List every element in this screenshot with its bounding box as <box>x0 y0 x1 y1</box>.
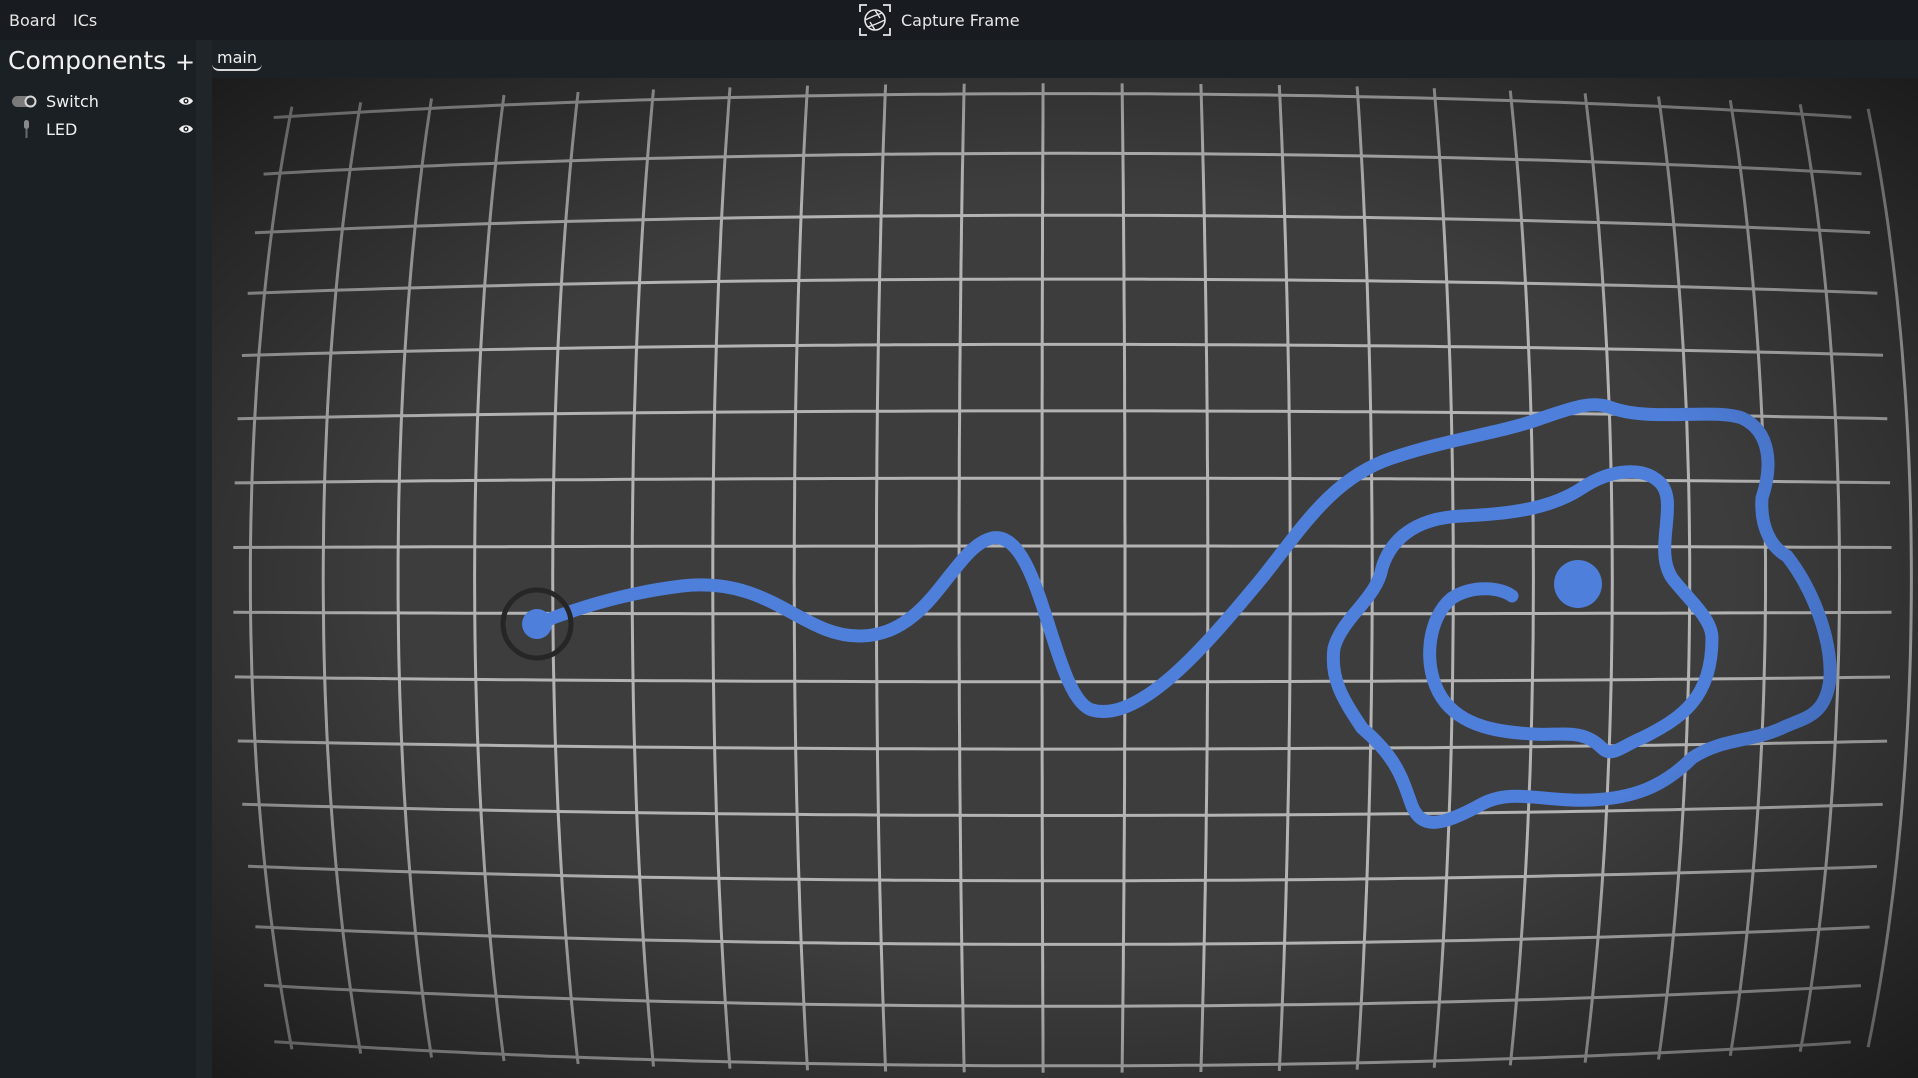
grid-line-horizontal <box>242 802 1883 817</box>
grid-line-horizontal <box>255 925 1870 946</box>
grid-line-vertical <box>1866 108 1913 1048</box>
eye-icon[interactable] <box>178 94 194 108</box>
components-panel: Components + Switch LED <box>0 40 196 1078</box>
grid <box>233 83 1913 1073</box>
switch-port[interactable] <box>500 587 574 661</box>
grid-line-vertical <box>1728 99 1767 1057</box>
component-item-switch[interactable]: Switch <box>5 87 195 115</box>
grid-line-vertical <box>1277 84 1292 1072</box>
tab-main[interactable]: main <box>212 47 262 71</box>
capture-frame-label: Capture Frame <box>901 10 1020 30</box>
grid-line-vertical <box>1120 83 1127 1073</box>
grid-line-vertical <box>551 91 580 1065</box>
grid-line-vertical <box>321 102 363 1054</box>
grid-line-horizontal <box>248 864 1877 883</box>
grid-line-vertical <box>1432 88 1455 1068</box>
grid-line-vertical <box>630 89 655 1067</box>
grid-line-horizontal <box>254 213 1871 235</box>
component-list: Switch LED <box>5 87 195 143</box>
grid-line-vertical <box>473 94 506 1062</box>
led-node <box>1554 560 1602 608</box>
led-icon <box>24 120 29 138</box>
grid-line-vertical <box>1040 83 1045 1073</box>
grid-line-vertical <box>792 85 809 1071</box>
grid-line-vertical <box>1199 83 1210 1073</box>
grid-line-horizontal <box>247 277 1878 295</box>
toggle-switch-icon <box>12 95 37 108</box>
grid-line-horizontal <box>233 610 1892 616</box>
component-label: LED <box>46 119 78 139</box>
port-dot <box>522 609 552 639</box>
grid-line-vertical <box>957 83 966 1073</box>
grid-line-horizontal <box>274 1040 1851 1068</box>
add-component-button[interactable]: + <box>175 48 195 76</box>
components-title: Components <box>8 46 167 75</box>
grid-line-vertical <box>711 87 732 1069</box>
board-canvas[interactable] <box>212 78 1918 1078</box>
grid-line-horizontal <box>273 92 1852 119</box>
eye-icon[interactable] <box>178 122 194 136</box>
capture-frame-button[interactable]: Capture Frame <box>858 3 1020 37</box>
grid-line-horizontal <box>233 544 1892 549</box>
panel-resize-handle[interactable] <box>196 40 212 1078</box>
tab-bar: main <box>212 40 1918 78</box>
component-label: Switch <box>46 91 99 111</box>
grid-line-horizontal <box>264 983 1861 1008</box>
grid-line-vertical <box>1508 90 1535 1066</box>
camera-aperture-icon <box>859 4 891 36</box>
menubar: Board ICs Capture Frame <box>0 0 1918 40</box>
grid-line-vertical <box>248 106 294 1050</box>
menu-ics[interactable]: ICs <box>73 11 97 30</box>
grid-line-vertical <box>874 84 888 1072</box>
menu-board[interactable]: Board <box>9 11 56 30</box>
led-port[interactable] <box>1554 560 1602 608</box>
component-item-led[interactable]: LED <box>5 115 195 143</box>
grid-line-vertical <box>1355 86 1374 1070</box>
grid-line-horizontal <box>241 342 1884 357</box>
board-svg <box>233 83 1913 1073</box>
grid-line-horizontal <box>263 151 1862 176</box>
grid-line-vertical <box>396 98 433 1058</box>
